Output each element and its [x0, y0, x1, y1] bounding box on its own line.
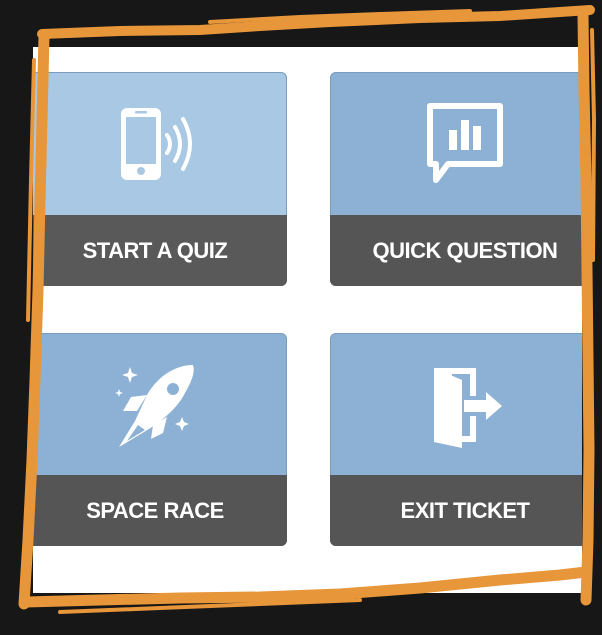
space-race-label-bar: SPACE RACE [33, 475, 287, 546]
screenshot-canvas: START A QUIZ QUICK QUESTION SPACE RACE E… [0, 0, 602, 635]
quick-question-label-bar: QUICK QUESTION [330, 215, 582, 286]
quick-question-icon-area [330, 72, 582, 215]
exit-ticket-label-bar: EXIT TICKET [330, 475, 582, 546]
exit-door-icon [420, 360, 510, 450]
space-race-label: SPACE RACE [86, 497, 224, 523]
space-race-tile[interactable]: SPACE RACE [33, 333, 287, 546]
activity-panel: START A QUIZ QUICK QUESTION SPACE RACE E… [33, 47, 582, 593]
space-race-icon-area [33, 333, 287, 476]
phone-signal-icon [105, 102, 205, 186]
start-quiz-icon-area [33, 72, 287, 215]
start-quiz-label: START A QUIZ [82, 237, 228, 263]
rocket-icon [105, 355, 205, 455]
start-quiz-tile[interactable]: START A QUIZ [33, 72, 287, 286]
quick-question-tile[interactable]: QUICK QUESTION [330, 72, 582, 286]
exit-ticket-icon-area [330, 333, 582, 476]
exit-ticket-label: EXIT TICKET [400, 497, 530, 523]
chat-bar-chart-icon [420, 102, 510, 186]
quick-question-label: QUICK QUESTION [372, 237, 558, 263]
exit-ticket-tile[interactable]: EXIT TICKET [330, 333, 582, 546]
start-quiz-label-bar: START A QUIZ [33, 215, 287, 286]
